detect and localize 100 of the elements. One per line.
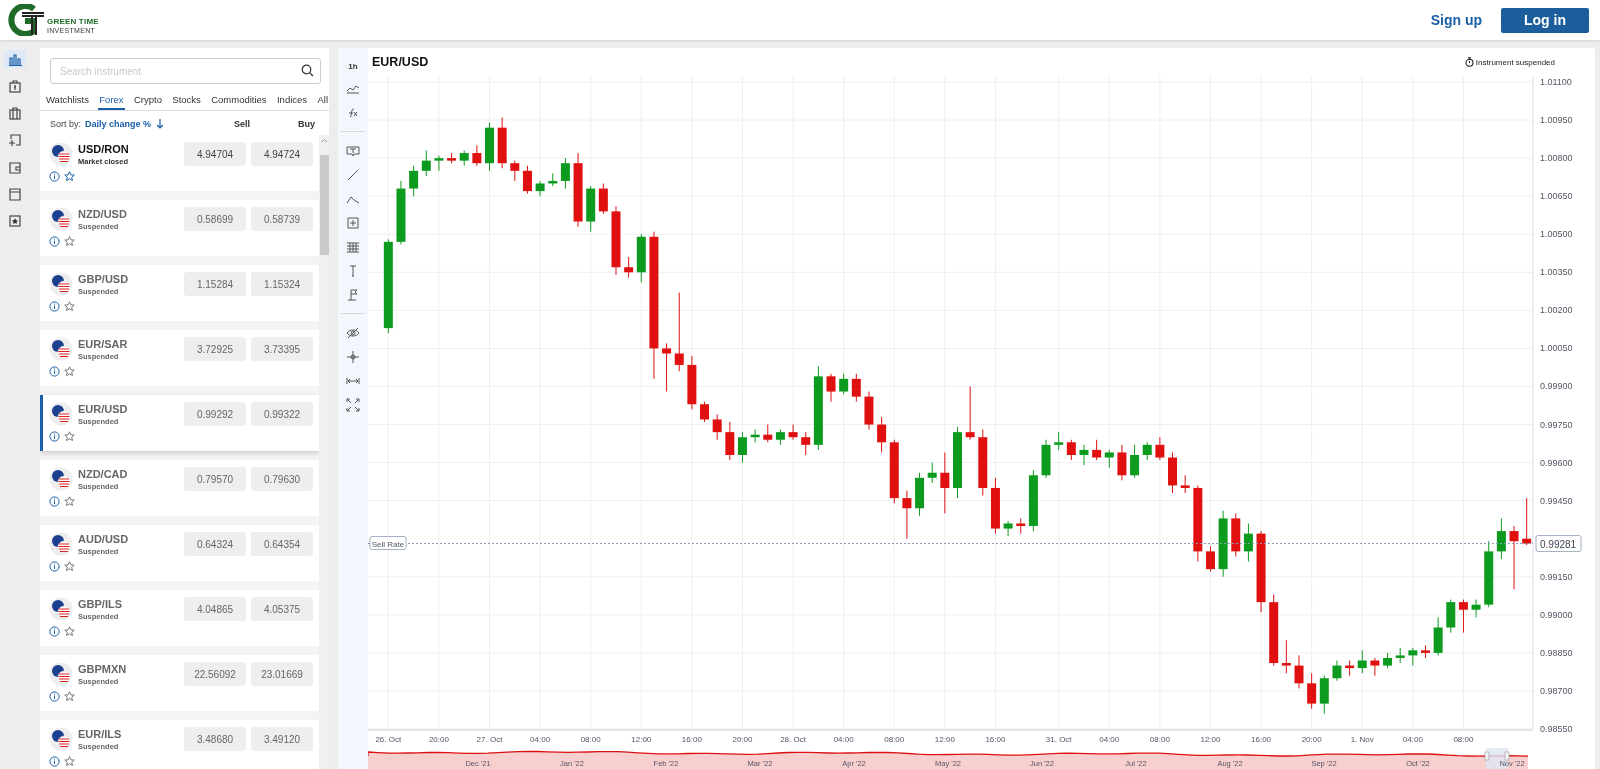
eye-icon[interactable] — [346, 326, 360, 340]
info-icon[interactable] — [49, 366, 60, 377]
candle — [1395, 647, 1405, 664]
flag-icon — [49, 467, 73, 491]
candle — [1205, 545, 1215, 573]
candle — [763, 424, 773, 443]
buy-price-button[interactable]: 3.73395 — [251, 337, 313, 361]
sell-price-button[interactable]: 4.94704 — [184, 142, 246, 166]
star-icon[interactable] — [64, 236, 75, 247]
star-icon[interactable] — [64, 301, 75, 312]
buy-price-button[interactable]: 4.94724 — [251, 142, 313, 166]
candle — [1357, 649, 1367, 674]
flag-icon — [49, 142, 73, 166]
axis-label: 0.99600 — [1540, 457, 1573, 468]
star-icon[interactable] — [64, 496, 75, 507]
candle — [1231, 512, 1241, 557]
line-icon[interactable] — [346, 168, 360, 182]
category-tab[interactable]: Watchlists — [45, 90, 90, 110]
sell-price-button[interactable]: 0.99292 — [184, 402, 246, 426]
sign-up-link[interactable]: Sign up — [1430, 12, 1482, 28]
category-tab[interactable]: All — [316, 90, 329, 110]
expand-icon[interactable] — [346, 398, 360, 412]
candle — [700, 401, 710, 423]
info-icon[interactable] — [49, 236, 60, 247]
log-in-button[interactable]: Log in — [1501, 7, 1589, 33]
axis-label: 1.01100 — [1540, 77, 1572, 87]
axis-label: 04:00 — [1099, 735, 1120, 744]
info-icon[interactable] — [49, 301, 60, 312]
box-icon[interactable] — [346, 216, 360, 230]
buy-price-button[interactable]: 3.49120 — [251, 727, 313, 751]
arrow-down-icon[interactable] — [156, 119, 165, 129]
navigator-chart[interactable] — [368, 748, 1529, 769]
axis-label: 0.99000 — [1540, 609, 1573, 620]
star-icon[interactable] — [64, 626, 75, 637]
buy-price-button[interactable]: 23.01669 — [251, 662, 313, 686]
info-icon[interactable] — [49, 171, 60, 182]
sell-price-button[interactable]: 0.79570 — [184, 467, 246, 491]
flag-icon — [49, 532, 73, 556]
candle — [902, 490, 912, 540]
star-icon[interactable] — [64, 366, 75, 377]
sell-price-button[interactable]: 22.56092 — [184, 662, 246, 686]
buy-price-button[interactable]: 0.64354 — [251, 532, 313, 556]
sell-rate-label: Sell Rate — [369, 536, 407, 550]
category-tab[interactable]: Forex — [98, 90, 125, 110]
text-icon[interactable] — [346, 144, 360, 158]
sort-option[interactable]: Daily change % — [85, 119, 152, 129]
candle — [712, 413, 722, 441]
candle — [1243, 523, 1253, 563]
sell-price-button[interactable]: 4.04865 — [184, 597, 246, 621]
info-icon[interactable] — [49, 756, 60, 767]
axis-label: 1. Nov — [1350, 735, 1374, 744]
chart-icon[interactable] — [4, 50, 26, 68]
crosshair-icon[interactable] — [346, 350, 360, 364]
axis-label: 04:00 — [530, 735, 551, 744]
buy-price-button[interactable]: 0.79630 — [251, 467, 313, 491]
star-icon[interactable] — [64, 691, 75, 702]
stopwatch-icon — [1464, 57, 1474, 67]
axis-label: 31. Oct — [1045, 735, 1072, 744]
sell-price-button[interactable]: 0.64324 — [184, 532, 246, 556]
info-icon[interactable] — [49, 626, 60, 637]
category-tab[interactable]: Commodities — [210, 90, 268, 110]
category-tab[interactable]: Stocks — [171, 90, 202, 110]
flag-icon — [49, 662, 73, 686]
instrument-name: NZD/USD — [78, 207, 128, 220]
instrument-name: GBP/USD — [78, 272, 130, 285]
candle — [472, 144, 482, 167]
sell-price-button[interactable]: 1.15284 — [184, 272, 246, 296]
function-icon[interactable] — [346, 106, 360, 120]
candle — [624, 256, 634, 278]
flag-icon[interactable] — [346, 288, 360, 302]
candle — [1142, 441, 1152, 461]
buy-price-button[interactable]: 4.05375 — [251, 597, 313, 621]
info-icon[interactable] — [49, 561, 60, 572]
buy-price-button[interactable]: 0.99322 — [251, 402, 313, 426]
candle — [915, 472, 925, 517]
axis-label: 1.00800 — [1540, 153, 1573, 164]
sell-price-button[interactable]: 3.72925 — [184, 337, 246, 361]
scrollbar-thumb[interactable] — [319, 155, 329, 255]
category-tab[interactable]: Indices — [275, 90, 309, 110]
grid-icon[interactable] — [346, 240, 360, 254]
sell-price-button[interactable]: 0.58699 — [184, 207, 246, 231]
info-icon[interactable] — [49, 496, 60, 507]
buy-price-button[interactable]: 1.15324 — [251, 272, 313, 296]
sell-price-button[interactable]: 3.48680 — [184, 727, 246, 751]
category-tab[interactable]: Crypto — [132, 90, 163, 110]
candle — [1446, 599, 1456, 634]
info-icon[interactable] — [49, 691, 60, 702]
star-icon[interactable] — [64, 756, 75, 767]
info-icon[interactable] — [49, 431, 60, 442]
star-icon[interactable] — [64, 431, 75, 442]
candle — [1509, 525, 1519, 590]
timeframe-button[interactable]: 1h — [348, 62, 358, 71]
candle — [459, 150, 469, 167]
star-icon[interactable] — [64, 171, 75, 182]
axis-label: 0.99750 — [1540, 419, 1573, 430]
buy-price-button[interactable]: 0.58739 — [251, 207, 313, 231]
star-icon[interactable] — [64, 561, 75, 572]
axis-label: 1.00500 — [1540, 229, 1573, 240]
candle — [1294, 654, 1304, 689]
instrument-name: USD/RON — [78, 142, 130, 155]
